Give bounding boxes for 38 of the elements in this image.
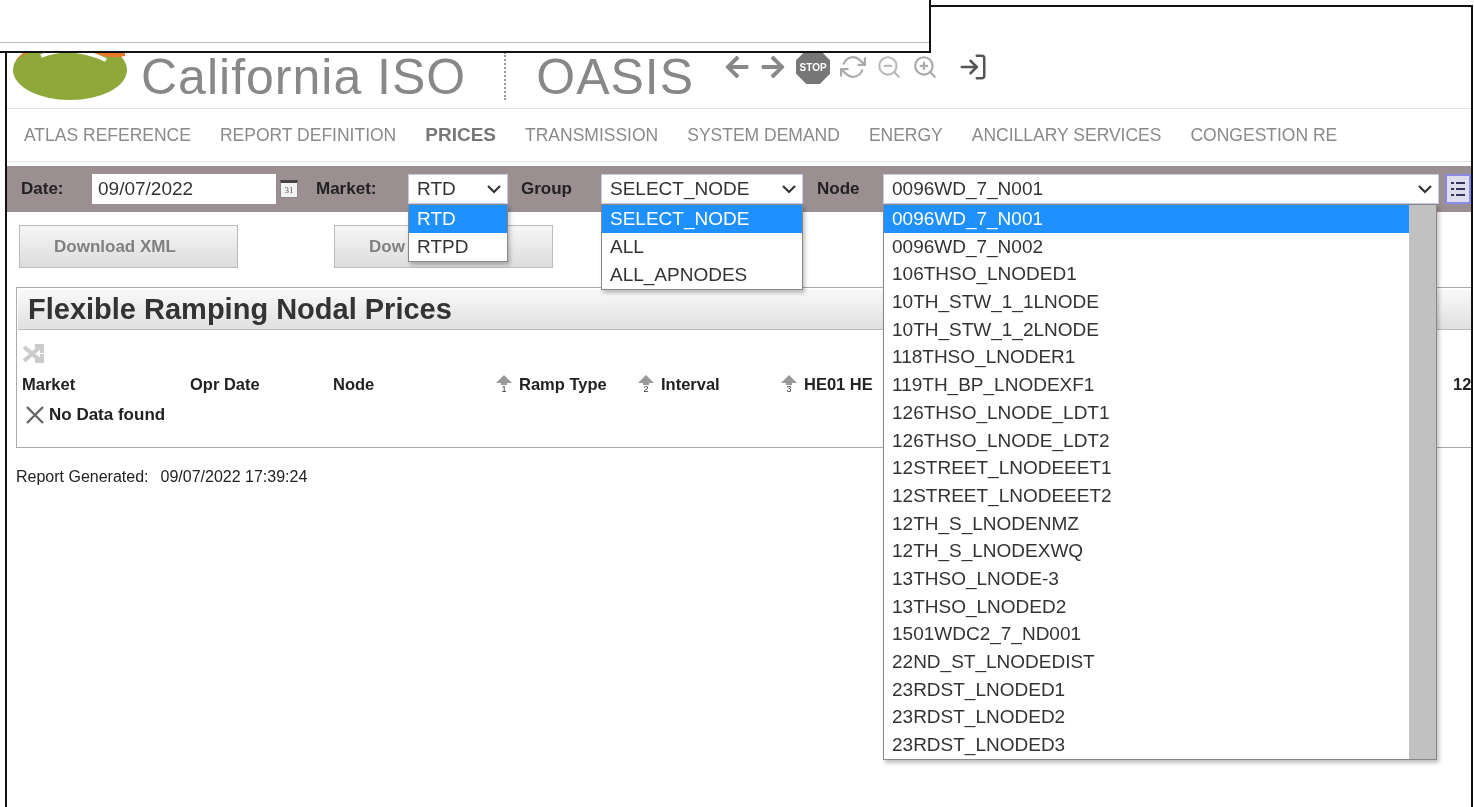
date-label: Date: bbox=[21, 179, 65, 199]
logo-text: California ISO bbox=[141, 52, 467, 102]
node-label: Node bbox=[817, 179, 861, 199]
node-select[interactable]: 0096WD_7_N001 bbox=[883, 174, 1439, 204]
market-select[interactable]: RTD bbox=[408, 174, 508, 204]
column-header[interactable]: HE01 HE bbox=[804, 374, 873, 394]
report-generated-label: Report Generated: bbox=[16, 468, 149, 486]
chevron-down-icon bbox=[1418, 184, 1432, 194]
zoom-in-icon[interactable] bbox=[912, 54, 939, 80]
column-header[interactable]: Market bbox=[22, 374, 76, 394]
empty-message: No Data found bbox=[49, 405, 166, 425]
back-arrow-icon[interactable] bbox=[724, 54, 751, 80]
chevron-down-icon bbox=[487, 184, 501, 194]
report-generated-time: 09/07/2022 17:39:24 bbox=[160, 468, 308, 486]
checklist-icon[interactable] bbox=[1445, 174, 1471, 204]
zoom-out-icon[interactable] bbox=[876, 54, 903, 80]
column-header[interactable]: Opr Date bbox=[190, 374, 260, 394]
column-header[interactable]: Node bbox=[333, 374, 375, 394]
forward-arrow-icon[interactable] bbox=[760, 54, 787, 80]
dropdown-option[interactable]: 23RDST_LNODED3 bbox=[884, 731, 1409, 759]
nav-tab[interactable]: PRICES bbox=[425, 124, 496, 146]
calendar-icon[interactable]: 31 bbox=[280, 180, 298, 198]
date-field[interactable]: 09/07/2022 bbox=[92, 174, 276, 204]
exit-icon[interactable] bbox=[958, 52, 989, 82]
column-header[interactable]: 12 bbox=[1453, 374, 1471, 394]
dropdown-option[interactable]: ALL_APNODES bbox=[602, 261, 802, 289]
column-header[interactable]: Ramp Type bbox=[519, 374, 607, 394]
refresh-icon[interactable] bbox=[840, 54, 867, 80]
group-label: Group bbox=[521, 179, 573, 199]
close-icon bbox=[25, 405, 45, 425]
market-label: Market: bbox=[316, 179, 378, 199]
group-select[interactable]: SELECT_NODE bbox=[601, 174, 803, 204]
app-name: OASIS bbox=[536, 52, 695, 102]
dropdown-option[interactable]: RTPD bbox=[409, 233, 507, 261]
dropdown-option[interactable]: ALL bbox=[602, 233, 802, 261]
scrollbar[interactable] bbox=[1409, 205, 1436, 759]
column-header[interactable]: Interval bbox=[661, 374, 720, 394]
chevron-down-icon bbox=[782, 184, 796, 194]
